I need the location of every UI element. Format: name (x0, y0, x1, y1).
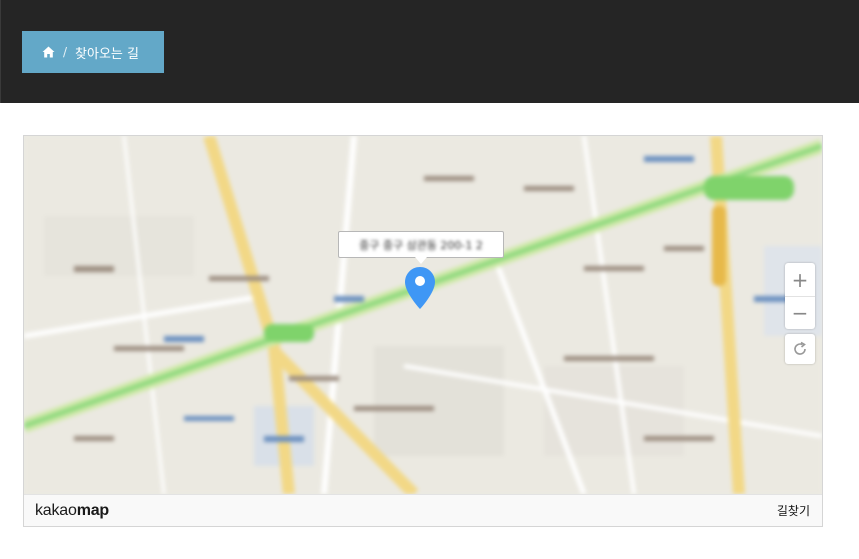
logo-light: kakao (35, 501, 77, 519)
logo-bold: map (76, 501, 110, 519)
map-canvas[interactable]: 중구 중구 삼관동 200-1 2 + − (24, 136, 822, 494)
kakaomap-logo[interactable]: kakaomap (35, 502, 109, 520)
directions-link[interactable]: 길찾기 (777, 502, 810, 519)
breadcrumb-current: 찾아오는 길 (75, 46, 139, 62)
info-window-text: 중구 중구 삼관동 200-1 2 (359, 238, 483, 252)
zoom-control: + − (785, 263, 815, 329)
map-tiles (24, 136, 822, 494)
home-icon[interactable] (42, 46, 55, 58)
header-bar: / 찾아오는 길 (0, 0, 859, 103)
breadcrumb-separator: / (63, 45, 68, 59)
map-pin-icon[interactable] (404, 266, 436, 310)
refresh-icon (794, 341, 806, 355)
zoom-in-button[interactable]: + (785, 263, 815, 296)
reset-view-button[interactable] (785, 334, 815, 364)
info-window-tail (415, 257, 427, 264)
map-info-window: 중구 중구 삼관동 200-1 2 (338, 231, 504, 264)
map-widget: 중구 중구 삼관동 200-1 2 + − kakaomap 길찾기 (23, 135, 823, 527)
breadcrumb: / 찾아오는 길 (22, 31, 164, 73)
zoom-out-button[interactable]: − (785, 296, 815, 329)
map-footer: kakaomap 길찾기 (24, 494, 822, 526)
